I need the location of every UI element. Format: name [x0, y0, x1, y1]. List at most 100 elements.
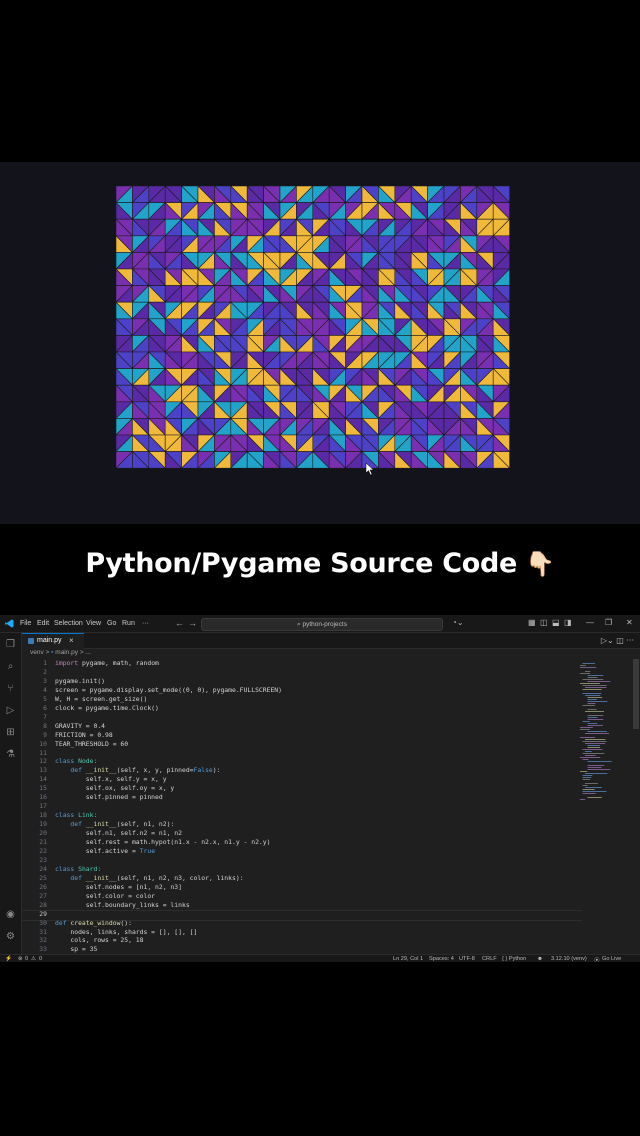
minimap-line: [582, 705, 596, 706]
breadcrumb-file[interactable]: main.py: [55, 649, 78, 656]
code-token: def: [70, 766, 82, 775]
minimap-line: [580, 729, 590, 730]
minimap-line: [582, 753, 605, 754]
code-token: clock = pygame.time.Clock(): [55, 703, 159, 712]
minimap-line: [580, 683, 600, 684]
code-token: def: [70, 873, 82, 882]
minimap-line: [582, 791, 607, 792]
menu-run[interactable]: Run: [122, 620, 135, 627]
line-source: TEAR_THRESHOLD = 60: [55, 740, 128, 749]
line-source: clock = pygame.time.Clock(): [55, 704, 159, 713]
minimap-line: [582, 679, 604, 680]
warning-icon: ⚠: [31, 956, 37, 962]
toggle-sidebar-icon[interactable]: ◫: [540, 618, 548, 627]
minimap-line: [580, 727, 593, 728]
menu-more[interactable]: ···: [142, 620, 149, 627]
code-token: W, H = screen.get_size(): [55, 694, 148, 703]
menu-file[interactable]: File: [20, 620, 31, 627]
line-number: 11: [39, 748, 47, 757]
run-and-split-icons[interactable]: ▷⌄ ◫ ···: [601, 636, 634, 645]
minimap-line: [587, 701, 608, 702]
cursor-position[interactable]: Ln 29, Col 1: [393, 956, 423, 962]
minimap-line: [580, 737, 595, 738]
language-mode[interactable]: { } Python: [502, 956, 526, 962]
run-debug-icon[interactable]: ▷: [5, 705, 16, 716]
menu-edit[interactable]: Edit: [37, 620, 49, 627]
minimap-line: [585, 695, 601, 696]
minimap-line: [582, 759, 589, 760]
copilot-status-icon[interactable]: ☻: [537, 956, 543, 962]
code-token: True: [139, 846, 156, 855]
code-editor[interactable]: 1 import pygame, math, random 2 3 pygame.ini…: [22, 659, 582, 954]
line-ending[interactable]: CRLF: [482, 956, 497, 962]
status-bar: ⚡ ⊗ 0 ⚠ 0 Ln 29, Col 1 Spaces: 4 UTF-8 C…: [0, 954, 640, 962]
code-token: pygame.init(): [55, 676, 106, 685]
command-center-search[interactable]: ⌕ python-projects: [201, 618, 443, 631]
minimap-line: [582, 689, 602, 690]
tab-main-py[interactable]: main.py ×: [22, 633, 84, 649]
caption-text: Python/Pygame Source Code: [85, 548, 518, 579]
line-source: def create_window():: [55, 919, 132, 928]
minimap-line: [585, 671, 591, 672]
vscode-window: File Edit Selection View Go Run ··· ← → …: [0, 615, 640, 962]
tab-close-icon[interactable]: ×: [69, 636, 74, 645]
minimize-icon[interactable]: —: [586, 618, 594, 627]
search-icon[interactable]: ⌕: [5, 661, 16, 672]
breadcrumb-folder[interactable]: venv: [30, 649, 44, 656]
back-arrow-icon[interactable]: ←: [175, 618, 184, 628]
line-number: 32: [39, 936, 47, 945]
search-icon: ⌕: [297, 621, 301, 628]
code-token: (self, x, y, pinned=: [116, 766, 194, 775]
interpreter[interactable]: 3.12.10 (venv): [551, 956, 587, 962]
menu-selection[interactable]: Selection: [54, 620, 83, 627]
encoding[interactable]: UTF-8: [459, 956, 475, 962]
minimap-line: [585, 755, 596, 756]
extensions-icon[interactable]: ⊞: [5, 727, 16, 738]
remote-icon[interactable]: ⚡: [5, 956, 12, 962]
explorer-icon[interactable]: ❐: [5, 639, 16, 650]
code-token: ):: [212, 766, 221, 775]
menu-view[interactable]: View: [86, 620, 101, 627]
go-live[interactable]: Go Live: [602, 956, 621, 962]
minimap-line: [585, 787, 602, 788]
minimap-line: [585, 783, 598, 784]
minimap-line: [587, 765, 605, 766]
code-token: sp = 35: [55, 945, 98, 954]
toggle-secondary-sidebar-icon[interactable]: ◨: [564, 618, 572, 627]
code-token: class: [55, 864, 75, 873]
account-icon[interactable]: ◉: [5, 909, 16, 920]
code-token: import: [55, 659, 79, 667]
source-control-icon[interactable]: ⑂: [5, 683, 16, 694]
indentation[interactable]: Spaces: 4: [429, 956, 454, 962]
toggle-panel-icon[interactable]: ⬓: [552, 618, 560, 627]
problems-count[interactable]: 0: [25, 956, 28, 962]
code-token: __init__: [81, 820, 117, 829]
layout-icon[interactable]: ▦: [528, 618, 536, 627]
code-token: cols, rows = 25, 18: [55, 936, 144, 945]
close-icon[interactable]: ✕: [626, 618, 633, 627]
minimap[interactable]: [578, 659, 632, 954]
breadcrumb-trail[interactable]: > ...: [80, 649, 91, 656]
line-number: 4: [43, 685, 47, 694]
line-number: 2: [43, 667, 47, 676]
line-source: class Shard:: [55, 865, 101, 874]
vscode-logo-icon: [5, 619, 14, 628]
restore-icon[interactable]: ❐: [605, 618, 612, 627]
warnings-count[interactable]: 0: [39, 956, 42, 962]
minimap-line: [585, 751, 592, 752]
copilot-icon[interactable]: ◔⌄: [452, 618, 464, 627]
gear-icon[interactable]: ⚙: [5, 931, 16, 942]
menu-go[interactable]: Go: [107, 620, 116, 627]
minimap-line: [587, 767, 602, 768]
line-source: self.nodes = [n1, n2, n3]: [55, 883, 182, 892]
code-token: GRAVITY = 0.4: [55, 721, 106, 730]
line-source: self.pinned = pinned: [55, 793, 163, 802]
code-token: (self, n1, n2):: [116, 820, 175, 829]
testing-icon[interactable]: ⚗: [5, 749, 16, 760]
minimap-line: [582, 777, 592, 778]
code-token: self.color = color: [55, 891, 156, 900]
line-number: 26: [39, 882, 47, 891]
scrollbar[interactable]: [633, 659, 639, 729]
forward-arrow-icon[interactable]: →: [188, 618, 197, 628]
